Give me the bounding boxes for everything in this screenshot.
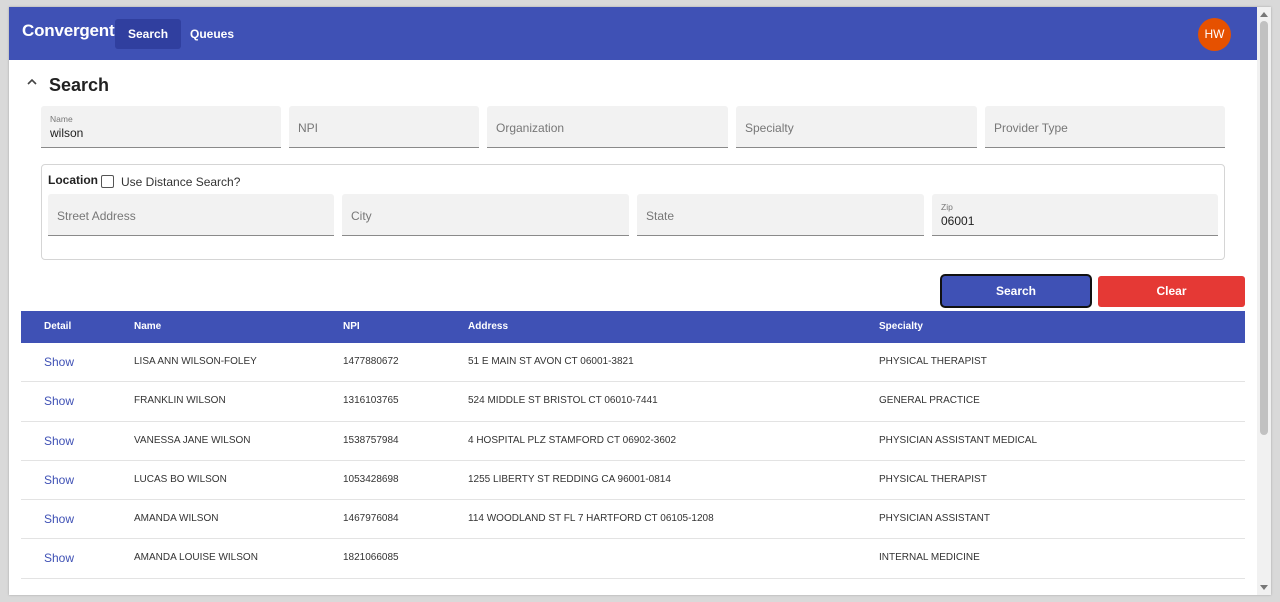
scrollbar-thumb[interactable] — [1260, 21, 1268, 435]
cell-specialty: PHYSICAL THERAPIST — [879, 356, 987, 367]
cell-npi: 1477880672 — [343, 356, 399, 367]
nav-search-button[interactable]: Search — [115, 19, 182, 49]
table-row: Show VANESSA JANE WILSON 1538757984 4 HO… — [21, 421, 1245, 461]
browser-window: Convergent Search Queues HW Search Name … — [9, 7, 1271, 595]
column-header-specialty: Specialty — [879, 321, 923, 332]
cell-specialty: PHYSICIAN ASSISTANT — [879, 513, 990, 525]
cell-specialty: PHYSICIAN ASSISTANT MEDICAL — [879, 434, 1038, 446]
distance-search-checkbox[interactable] — [101, 175, 114, 188]
street-address-placeholder: Street Address — [57, 209, 136, 223]
brand-logo-text: Convergent — [22, 21, 115, 40]
city-field[interactable]: City — [342, 194, 629, 236]
specialty-field[interactable]: Specialty — [736, 106, 977, 148]
state-placeholder: State — [646, 209, 675, 223]
show-detail-link[interactable]: Show — [44, 461, 74, 499]
cell-npi: 1316103765 — [343, 395, 399, 407]
cell-specialty: PHYSICAL THERAPIST — [879, 473, 987, 485]
location-title: Location — [48, 173, 98, 187]
cell-name: FRANKLIN WILSON — [134, 395, 226, 407]
top-app-bar: Convergent Search Queues HW — [9, 7, 1257, 60]
npi-field[interactable]: NPI — [289, 106, 479, 148]
vertical-scrollbar[interactable] — [1257, 7, 1271, 595]
cell-specialty: INTERNAL MEDICINE — [879, 552, 980, 564]
cell-address: 4 HOSPITAL PLZ STAMFORD CT 06902-3602 — [468, 434, 677, 446]
cell-name: LISA ANN WILSON-FOLEY — [134, 356, 257, 367]
show-detail-link[interactable]: Show — [44, 382, 74, 420]
scroll-down-arrow-icon[interactable] — [1260, 585, 1268, 590]
name-field-label: Name — [50, 114, 73, 124]
page-content: Convergent Search Queues HW Search Name … — [9, 7, 1257, 595]
show-detail-link[interactable]: Show — [44, 422, 74, 460]
show-detail-link[interactable]: Show — [44, 539, 74, 577]
chevron-up-icon[interactable] — [25, 75, 39, 89]
user-avatar[interactable]: HW — [1198, 18, 1231, 51]
cell-name: VANESSA JANE WILSON — [134, 434, 251, 446]
table-row: Show AMANDA LOUISE WILSON 1821066085 INT… — [21, 539, 1245, 579]
clear-button[interactable]: Clear — [1098, 276, 1245, 307]
name-field[interactable]: Name wilson — [41, 106, 281, 148]
specialty-field-placeholder: Specialty — [745, 121, 794, 135]
cell-specialty: GENERAL PRACTICE — [879, 395, 980, 407]
organization-field[interactable]: Organization — [487, 106, 728, 148]
table-row: Show LUCAS BO WILSON 1053428698 1255 LIB… — [21, 460, 1245, 501]
state-field[interactable]: State — [637, 194, 924, 236]
zip-field-label: Zip — [941, 202, 953, 212]
zip-field-value: 06001 — [941, 214, 975, 228]
zip-field[interactable]: Zip 06001 — [932, 194, 1218, 236]
cell-npi: 1053428698 — [343, 473, 399, 485]
table-header: Detail Name NPI Address Specialty — [21, 311, 1245, 343]
nav-queues-button[interactable]: Queues — [177, 19, 247, 49]
cell-npi: 1467976084 — [343, 513, 399, 525]
npi-field-placeholder: NPI — [298, 121, 319, 135]
column-header-detail: Detail — [44, 321, 72, 332]
cell-npi: 1821066085 — [343, 552, 399, 564]
street-address-field[interactable]: Street Address — [48, 194, 334, 236]
cell-address: 1255 LIBERTY ST REDDING CA 96001-0814 — [468, 473, 671, 485]
column-header-address: Address — [468, 321, 509, 332]
cell-address: 114 WOODLAND ST FL 7 HARTFORD CT 06105-1… — [468, 513, 714, 525]
show-detail-link[interactable]: Show — [44, 500, 74, 538]
scroll-up-arrow-icon[interactable] — [1260, 12, 1268, 17]
show-detail-link[interactable]: Show — [44, 343, 74, 381]
search-section-title: Search — [49, 75, 110, 95]
city-placeholder: City — [351, 209, 372, 223]
cell-name: AMANDA WILSON — [134, 513, 219, 525]
name-field-value: wilson — [50, 126, 84, 140]
cell-name: LUCAS BO WILSON — [134, 473, 227, 485]
provider-type-field[interactable]: Provider Type — [985, 106, 1225, 148]
search-button[interactable]: Search — [940, 274, 1092, 308]
distance-search-label[interactable]: Use Distance Search? — [121, 175, 240, 189]
cell-name: AMANDA LOUISE WILSON — [134, 552, 258, 564]
cell-npi: 1538757984 — [343, 434, 399, 446]
cell-address: 51 E MAIN ST AVON CT 06001-3821 — [468, 356, 634, 367]
organization-field-placeholder: Organization — [496, 121, 565, 135]
column-header-npi: NPI — [343, 321, 360, 332]
table-row: Show LISA ANN WILSON-FOLEY 1477880672 51… — [21, 343, 1245, 383]
provider-type-field-placeholder: Provider Type — [994, 121, 1068, 135]
cell-address: 524 MIDDLE ST BRISTOL CT 06010-7441 — [468, 395, 658, 407]
table-row: Show AMANDA WILSON 1467976084 114 WOODLA… — [21, 500, 1245, 540]
column-header-name: Name — [134, 321, 162, 332]
results-table: Detail Name NPI Address Specialty Show L… — [21, 311, 1245, 579]
table-row: Show FRANKLIN WILSON 1316103765 524 MIDD… — [21, 382, 1245, 422]
